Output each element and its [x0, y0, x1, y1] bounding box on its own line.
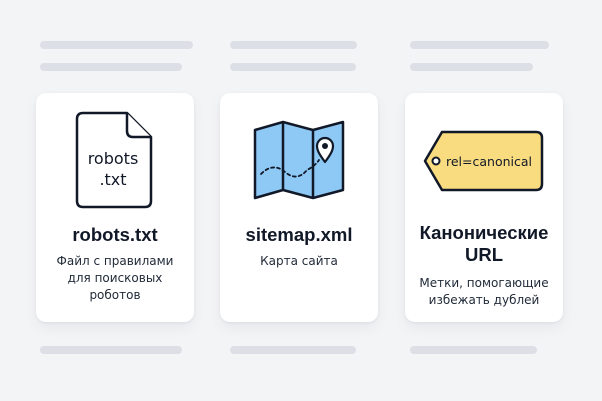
card-description-line: Метки, помогающие — [419, 276, 549, 290]
card-description: Метки, помогающие избежать дублей — [413, 275, 555, 309]
placeholder-line — [230, 63, 356, 71]
folded-map-pin-icon — [220, 111, 378, 211]
card-description-line: избежать дублей — [428, 293, 540, 307]
card-description-line: Файл с правилами — [56, 254, 174, 268]
placeholder-line — [40, 41, 193, 49]
document-file-icon: robots .txt — [36, 111, 194, 211]
placeholder-line — [410, 63, 533, 71]
robots-card: robots .txt robots.txt Файл с правилами … — [36, 93, 194, 322]
card-title: robots.txt — [72, 224, 158, 245]
placeholder-line — [410, 41, 549, 49]
card-title: sitemap.xml — [245, 224, 353, 245]
canonical-card: rel=canonical Канонические URL Метки, по… — [405, 93, 563, 322]
card-title: Канонические URL — [413, 222, 555, 266]
card-description: Карта сайта — [228, 253, 370, 270]
file-name-line1: robots — [88, 149, 139, 168]
card-description-line: для поисковых — [67, 271, 163, 285]
tag-text: rel=canonical — [446, 154, 532, 169]
sitemap-card: sitemap.xml Карта сайта — [220, 93, 378, 322]
placeholder-line — [230, 41, 357, 49]
placeholder-line — [230, 346, 356, 354]
placeholder-line — [410, 346, 537, 354]
card-description: Файл с правилами для поисковых роботов — [44, 253, 186, 304]
card-title-line: URL — [464, 244, 504, 265]
placeholder-line — [40, 346, 182, 354]
card-title-line: Канонические — [419, 222, 549, 243]
tag-label-icon: rel=canonical — [405, 111, 563, 211]
placeholder-line — [40, 63, 182, 71]
card-description-line: роботов — [89, 288, 141, 302]
card-description-line: Карта сайта — [260, 254, 338, 268]
file-name-line2: .txt — [99, 170, 126, 189]
